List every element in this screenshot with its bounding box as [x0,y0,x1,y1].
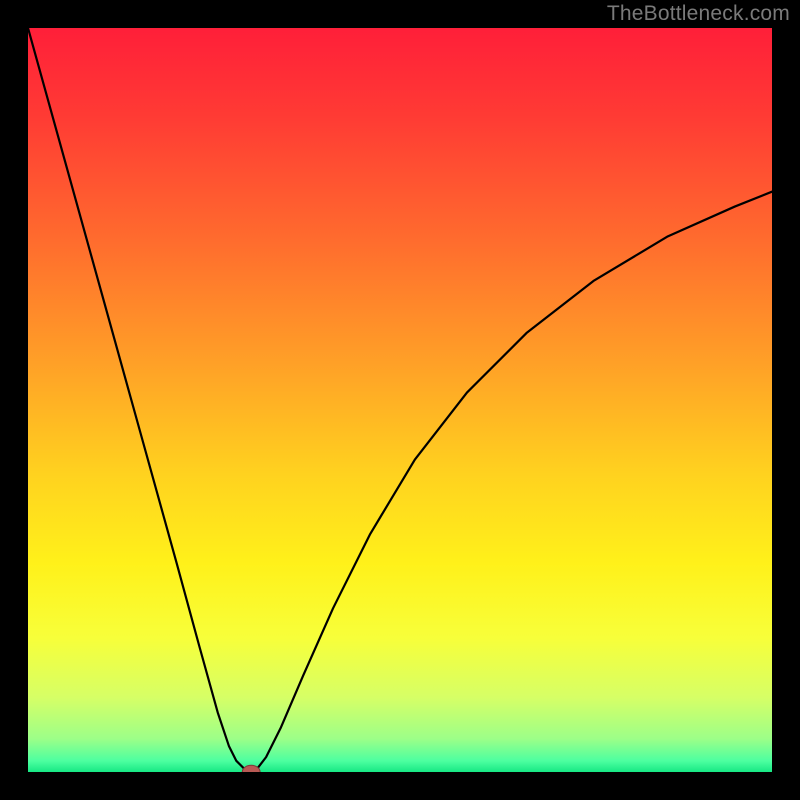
plot-svg [28,28,772,772]
plot-area [28,28,772,772]
gradient-background [28,28,772,772]
watermark-label: TheBottleneck.com [607,2,790,26]
chart-frame: TheBottleneck.com [0,0,800,800]
